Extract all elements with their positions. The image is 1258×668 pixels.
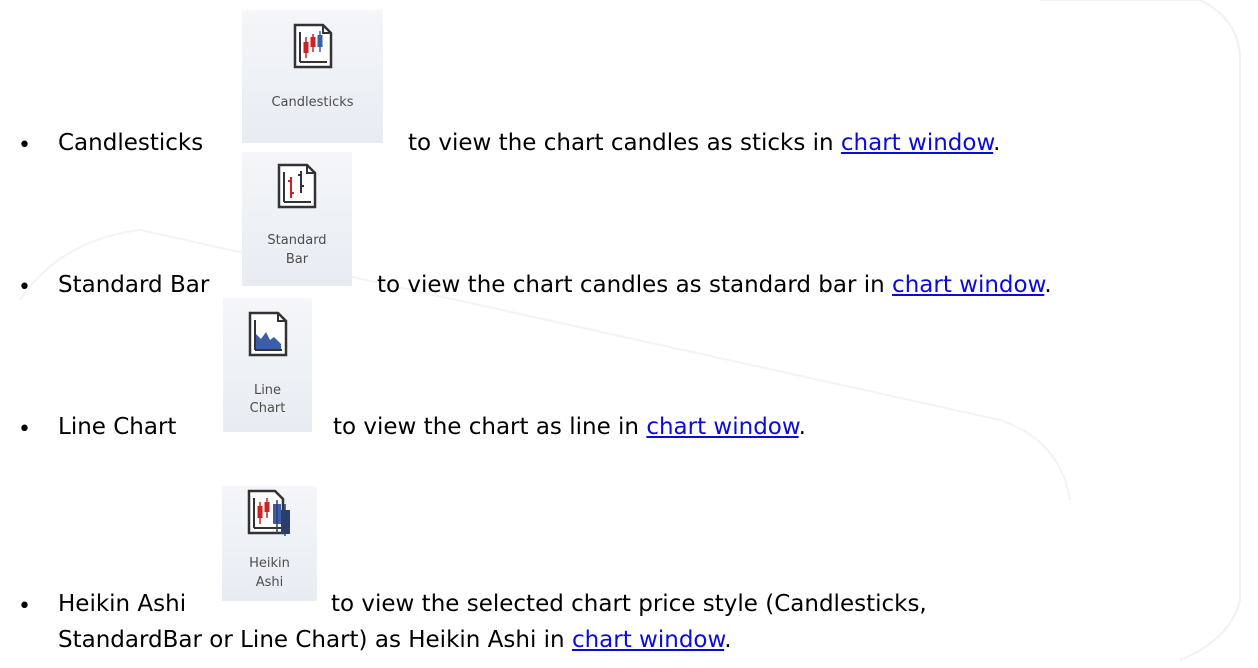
chart-window-link[interactable]: chart window (841, 130, 993, 156)
candlesticks-button-label: Candlesticks (271, 95, 354, 110)
line-chart-button-label-line2: Chart (249, 401, 286, 416)
candlesticks-button[interactable]: Candlesticks (242, 10, 383, 143)
candlesticks-icon (293, 23, 332, 69)
standard-bar-button-label-line1: Standard (267, 233, 327, 248)
item-label-heikin-ashi: Heikin Ashi (58, 591, 187, 617)
heikin-ashi-button-label-line2: Ashi (255, 575, 284, 590)
heikin-ashi-button[interactable]: Heikin Ashi (222, 486, 317, 601)
chart-window-link[interactable]: chart window (572, 627, 724, 653)
bullet: • (18, 594, 31, 619)
bullet: • (18, 133, 31, 158)
heikin-ashi-button-label-line1: Heikin (249, 556, 290, 571)
item-label-line-chart: Line Chart (58, 414, 177, 440)
heikin-ashi-icon (247, 489, 290, 536)
item-description-heikin-ashi-line2: StandardBar or Line Chart) as Heikin Ash… (58, 627, 732, 653)
item-description-standard-bar: to view the chart candles as standard ba… (377, 272, 1052, 298)
line-chart-button-label-line1: Line (253, 383, 282, 398)
chart-window-link[interactable]: chart window (892, 272, 1044, 298)
chart-window-link[interactable]: chart window (646, 414, 798, 440)
item-label-standard-bar: Standard Bar (58, 272, 210, 298)
standard-bar-button-label-line2: Bar (285, 252, 309, 267)
item-description-line-chart: to view the chart as line in chart windo… (333, 414, 806, 440)
standard-bar-button[interactable]: Standard Bar (242, 152, 352, 286)
background-decoration (19, 0, 1241, 661)
item-label-candlesticks: Candlesticks (58, 130, 204, 156)
bullet: • (18, 275, 31, 300)
line-chart-icon (248, 311, 287, 357)
line-chart-button[interactable]: Line Chart (223, 298, 312, 432)
item-description-candlesticks: to view the chart candles as sticks in c… (408, 130, 1001, 156)
standard-bar-icon (277, 163, 317, 209)
item-description-heikin-ashi-line1: to view the selected chart price style (… (331, 591, 927, 617)
bullet: • (18, 417, 31, 442)
